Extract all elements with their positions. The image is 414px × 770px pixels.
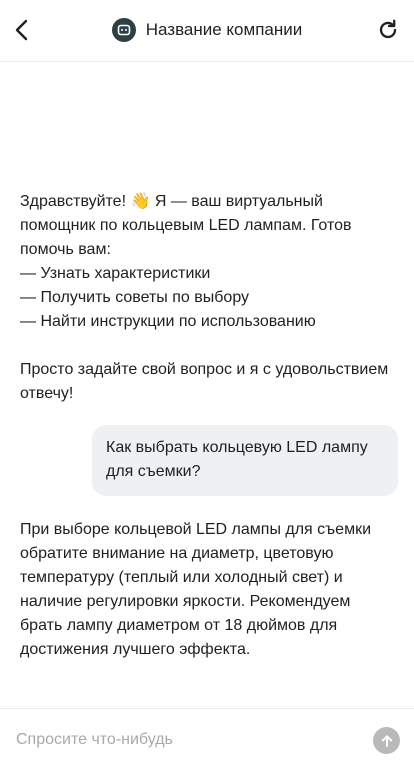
arrow-up-icon: [381, 734, 392, 747]
greeting-bullet: — Получить советы по выбору: [20, 289, 250, 306]
bot-message-greeting: Здравствуйте! 👋 Я — ваш виртуальный помо…: [20, 190, 392, 406]
message-composer: [0, 708, 414, 770]
message-input[interactable]: [16, 725, 356, 755]
refresh-icon: [379, 19, 397, 39]
send-button[interactable]: [373, 727, 400, 754]
header-title-group: Название компании: [0, 18, 414, 42]
user-message-bubble: Как выбрать кольцевую LED лампу для съем…: [92, 425, 398, 496]
user-message-text: Как выбрать кольцевую LED лампу для съем…: [106, 439, 368, 480]
greeting-bullet: — Узнать характеристики: [20, 265, 211, 282]
chat-area[interactable]: Здравствуйте! 👋 Я — ваш виртуальный помо…: [0, 63, 414, 707]
chat-header: Название компании: [0, 0, 414, 62]
refresh-button[interactable]: [374, 16, 402, 44]
bot-message-answer: При выборе кольцевой LED лампы для съемк…: [20, 518, 392, 662]
company-title: Название компании: [145, 20, 303, 39]
greeting-bullet: — Найти инструкции по использованию: [20, 313, 316, 330]
greeting-text: Здравствуйте! 👋 Я — ваш виртуальный помо…: [20, 193, 352, 258]
bot-icon: [111, 18, 136, 42]
answer-text: При выборе кольцевой LED лампы для съемк…: [20, 521, 371, 658]
greeting-closing: Просто задайте свой вопрос и я с удоволь…: [20, 361, 389, 402]
